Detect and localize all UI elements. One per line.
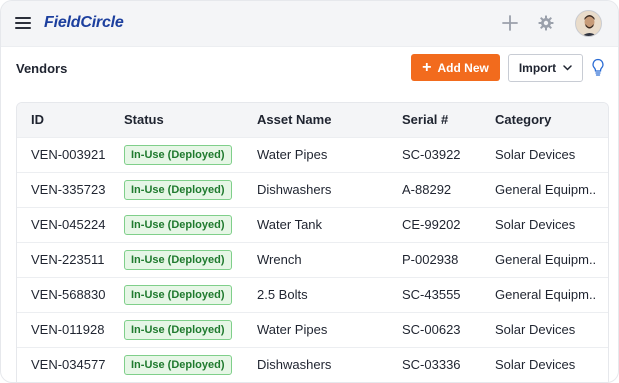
status-badge[interactable]: In-Use (Deployed)	[124, 179, 232, 200]
cell-id: VEN-223511	[17, 241, 110, 277]
table-row[interactable]: VEN-335723 In-Use (Deployed) Dishwashers…	[17, 171, 608, 207]
plus-icon: +	[422, 58, 432, 76]
import-label: Import	[518, 61, 557, 75]
cell-serial: SC-03922	[388, 136, 481, 172]
page-header: Vendors + Add New Import	[1, 46, 618, 90]
cell-asset-name: Dishwashers	[243, 346, 388, 382]
column-header-serial[interactable]: Serial #	[388, 103, 481, 137]
cell-status: In-Use (Deployed)	[110, 136, 243, 172]
cell-id: VEN-003921	[17, 136, 110, 172]
cell-category: Solar Devices	[481, 311, 608, 347]
cell-serial: SC-03336	[388, 346, 481, 382]
cell-asset-name: Water Pipes	[243, 136, 388, 172]
column-header-asset-name[interactable]: Asset Name	[243, 103, 388, 137]
table-row[interactable]: VEN-003921 In-Use (Deployed) Water Pipes…	[17, 136, 608, 172]
add-new-label: Add New	[437, 60, 489, 75]
cell-status: In-Use (Deployed)	[110, 346, 243, 382]
cell-asset-name: 2.5 Bolts	[243, 276, 388, 312]
column-header-status[interactable]: Status	[110, 103, 243, 137]
table-row[interactable]: VEN-011928 In-Use (Deployed) Water Pipes…	[17, 311, 608, 347]
app-logo[interactable]: FieldCircle	[44, 14, 124, 32]
status-badge[interactable]: In-Use (Deployed)	[124, 284, 232, 305]
import-button[interactable]: Import	[508, 54, 583, 82]
status-badge[interactable]: In-Use (Deployed)	[124, 144, 232, 165]
status-badge[interactable]: In-Use (Deployed)	[124, 354, 232, 375]
table-row[interactable]: VEN-034577 In-Use (Deployed) Dishwashers…	[17, 346, 608, 382]
cell-serial: SC-43555	[388, 276, 481, 312]
status-badge[interactable]: In-Use (Deployed)	[124, 249, 232, 270]
cell-category: General Equipm..	[481, 276, 608, 312]
table-row[interactable]: VEN-223511 In-Use (Deployed) Wrench P-00…	[17, 241, 608, 277]
add-new-button[interactable]: + Add New	[411, 54, 500, 81]
cell-category: Solar Devices	[481, 136, 608, 172]
page-title: Vendors	[16, 61, 68, 76]
vendors-table: ID Status Asset Name Serial # Category V…	[16, 102, 609, 382]
app-frame: FieldCircle Vendors + Add New Import ID …	[0, 0, 619, 383]
cell-id: VEN-335723	[17, 171, 110, 207]
cell-status: In-Use (Deployed)	[110, 206, 243, 242]
cell-status: In-Use (Deployed)	[110, 241, 243, 277]
column-header-id[interactable]: ID	[17, 103, 110, 137]
cell-serial: A-88292	[388, 171, 481, 207]
table-row[interactable]: VEN-568830 In-Use (Deployed) 2.5 Bolts S…	[17, 276, 608, 312]
cell-serial: CE-99202	[388, 206, 481, 242]
plus-icon[interactable]	[502, 15, 518, 31]
status-badge[interactable]: In-Use (Deployed)	[124, 319, 232, 340]
chevron-down-icon	[563, 65, 572, 71]
top-bar: FieldCircle	[1, 1, 618, 46]
cell-serial: SC-00623	[388, 311, 481, 347]
cell-asset-name: Water Pipes	[243, 311, 388, 347]
user-avatar[interactable]	[575, 10, 602, 37]
lightbulb-icon[interactable]	[591, 58, 605, 77]
cell-id: VEN-034577	[17, 346, 110, 382]
cell-status: In-Use (Deployed)	[110, 171, 243, 207]
cell-id: VEN-011928	[17, 311, 110, 347]
cell-asset-name: Dishwashers	[243, 171, 388, 207]
cell-category: Solar Devices	[481, 346, 608, 382]
cell-id: VEN-045224	[17, 206, 110, 242]
gear-icon[interactable]	[538, 15, 554, 31]
cell-status: In-Use (Deployed)	[110, 276, 243, 312]
cell-asset-name: Water Tank	[243, 206, 388, 242]
cell-serial: P-002938	[388, 241, 481, 277]
hamburger-icon[interactable]	[15, 17, 31, 29]
status-badge[interactable]: In-Use (Deployed)	[124, 214, 232, 235]
cell-id: VEN-568830	[17, 276, 110, 312]
content-area: ID Status Asset Name Serial # Category V…	[1, 90, 618, 382]
cell-category: General Equipm..	[481, 171, 608, 207]
column-header-category[interactable]: Category	[481, 103, 608, 137]
table-header-row: ID Status Asset Name Serial # Category	[17, 103, 608, 137]
cell-status: In-Use (Deployed)	[110, 311, 243, 347]
cell-category: General Equipm..	[481, 241, 608, 277]
table-row[interactable]: VEN-045224 In-Use (Deployed) Water Tank …	[17, 206, 608, 242]
cell-category: Solar Devices	[481, 206, 608, 242]
cell-asset-name: Wrench	[243, 241, 388, 277]
